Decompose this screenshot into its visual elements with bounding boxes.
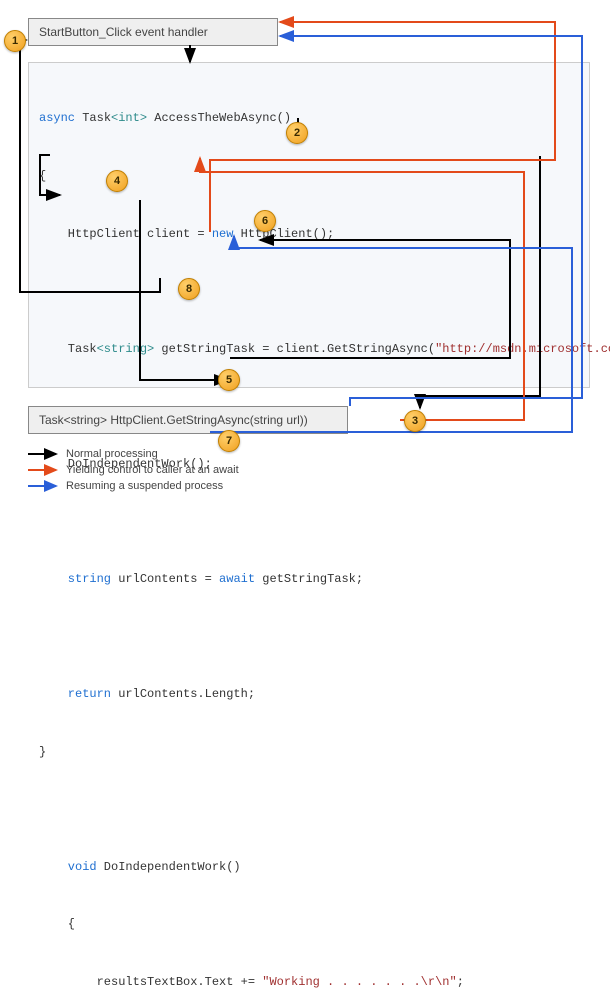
step-6: 6 [254,210,276,232]
legend-normal-label: Normal processing [66,448,158,460]
box-getstring: Task<string> HttpClient.GetStringAsync(s… [28,406,348,434]
step-7: 7 [218,430,240,452]
box-handler: StartButton_Click event handler [28,18,278,46]
step-5: 5 [218,369,240,391]
legend-resume: Resuming a suspended process [28,480,239,492]
legend-resume-label: Resuming a suspended process [66,480,223,492]
step-1: 1 [4,30,26,52]
legend-yield-label: Yielding control to caller at an await [66,464,239,476]
legend-yield: Yielding control to caller at an await [28,464,239,476]
step-4: 4 [106,170,128,192]
code-block: async Task<int> AccessTheWebAsync() { Ht… [28,62,590,388]
box-getstring-label: Task<string> HttpClient.GetStringAsync(s… [39,413,308,427]
legend: Normal processing Yielding control to ca… [28,448,239,496]
step-3: 3 [404,410,426,432]
legend-arrow-yield [28,464,60,476]
box-handler-label: StartButton_Click event handler [39,25,208,39]
legend-arrow-resume [28,480,60,492]
step-8: 8 [178,278,200,300]
legend-arrow-normal [28,448,60,460]
legend-normal: Normal processing [28,448,239,460]
step-2: 2 [286,122,308,144]
diagram-canvas: StartButton_Click event handler async Ta… [0,0,610,503]
